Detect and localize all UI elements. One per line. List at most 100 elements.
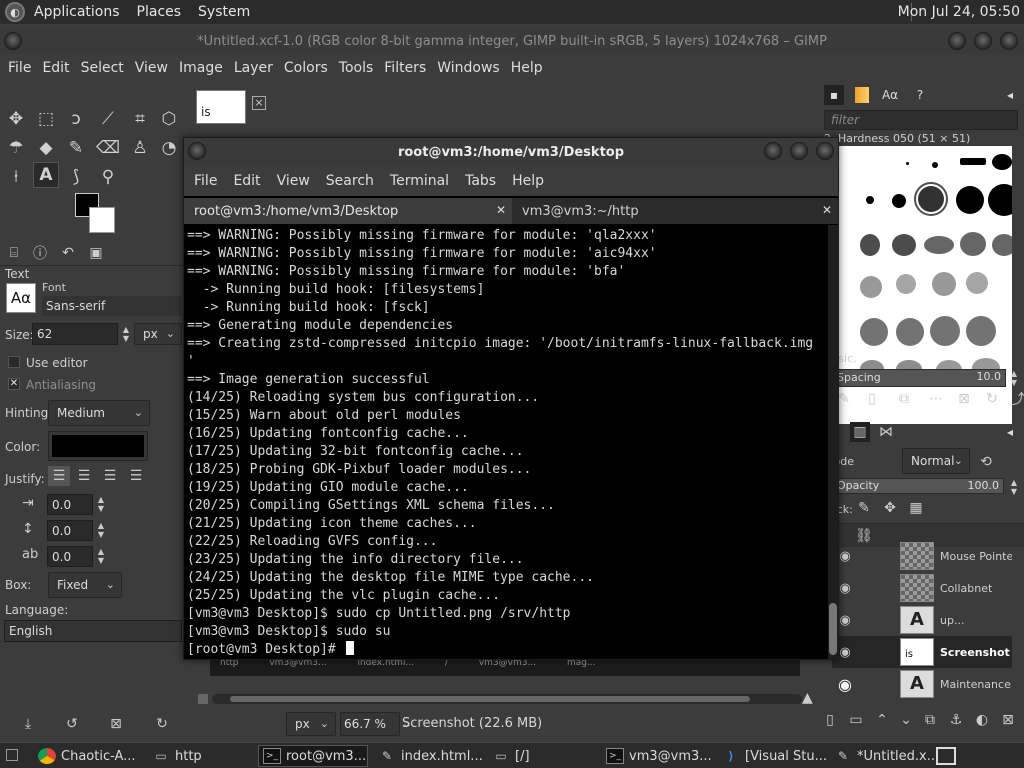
fonts-tab-icon[interactable]: Aα [880, 85, 900, 105]
undo-history-tab-icon[interactable]: ↶ [56, 242, 80, 264]
terminal-menu-search[interactable]: Search [326, 173, 374, 189]
terminal-minimize-button[interactable] [764, 142, 782, 160]
box-select[interactable]: Fixed ⌄ [48, 572, 122, 598]
brush-filter-input[interactable]: filter [824, 110, 1018, 130]
terminal-scrollbar[interactable] [828, 225, 838, 659]
background-color-swatch[interactable] [89, 207, 115, 233]
zoom-tool-icon[interactable]: ⚲ [95, 164, 121, 190]
layer-row[interactable]: ◉ A up... [832, 604, 1012, 636]
terminal-prompt-line[interactable]: [root@vm3 Desktop]# [187, 641, 826, 659]
opacity-slider[interactable]: Opacity 100.0 [832, 478, 1004, 494]
terminal-title-bar[interactable]: root@vm3:/home/vm3/Desktop [184, 138, 838, 166]
color-picker-tool-icon[interactable]: ⟆ [63, 164, 89, 190]
horizontal-scrollbar[interactable] [212, 694, 802, 704]
close-icon[interactable]: ✕ [822, 203, 832, 217]
terminal-menu-edit[interactable]: Edit [233, 173, 260, 189]
taskbar-item-terminal[interactable]: >_ root@vm3... [258, 745, 368, 767]
letter-spacing-spin-icon[interactable]: ▲ ▼ [95, 547, 107, 565]
refresh-brushes-icon[interactable]: ↻ [982, 389, 1002, 409]
close-icon[interactable]: × [252, 96, 266, 110]
justify-left-icon[interactable]: ☰ [48, 466, 70, 486]
paintbrush-tool-icon[interactable]: ✎ [63, 135, 89, 161]
text-color-button[interactable] [48, 431, 148, 461]
places-menu[interactable]: Places [137, 4, 182, 20]
device-status-tab-icon[interactable]: ⓘ [28, 242, 52, 264]
terminal-menu-terminal[interactable]: Terminal [390, 173, 449, 189]
terminal-tab-active[interactable]: root@vm3:/home/vm3/Desktop ✕ [184, 198, 512, 224]
maximize-button[interactable] [974, 32, 992, 50]
delete-layer-icon[interactable]: ⊠ [998, 710, 1018, 730]
letter-spacing-input[interactable]: 0.0 [47, 546, 93, 567]
tool-options-tab-icon[interactable]: ⌸ [2, 242, 26, 264]
help-tab-icon[interactable]: ? [910, 85, 930, 105]
layer-mode-select[interactable]: Normal ⌄ [902, 448, 970, 474]
unit-select[interactable]: px ⌄ [286, 712, 336, 736]
menu-help[interactable]: Help [511, 60, 543, 76]
terminal-menu-help[interactable]: Help [512, 173, 544, 189]
clock[interactable]: Mon Jul 24, 05:50 [898, 4, 1020, 20]
move-tool-icon[interactable]: ✥ [3, 106, 29, 132]
paths-tool-icon[interactable]: ⍿ [3, 164, 29, 190]
hinting-select[interactable]: Medium ⌄ [48, 400, 150, 426]
menu-windows[interactable]: Windows [437, 60, 500, 76]
duplicate-brush-icon[interactable]: ⧉ [894, 389, 914, 409]
antialiasing-checkbox[interactable]: ✕ [8, 378, 20, 390]
indent-spin-icon[interactable]: ▲ ▼ [95, 495, 107, 513]
terminal-window-menu-button[interactable] [188, 142, 206, 160]
justify-fill-icon[interactable]: ☰ [125, 466, 147, 486]
opacity-spin-icon[interactable]: ▲ ▼ [1008, 478, 1020, 496]
line-spacing-spin-icon[interactable]: ▲ ▼ [95, 521, 107, 539]
taskbar-item-gimp[interactable]: ✎ *Untitled.x... [830, 745, 950, 767]
show-desktop-icon[interactable] [6, 749, 18, 761]
taskbar-item-terminal-2[interactable]: >_ vm3@vm3... [602, 745, 716, 767]
indent-input[interactable]: 0.0 [47, 494, 93, 515]
taskbar-item-root-folder[interactable]: ▭ [/] [488, 745, 598, 767]
workspace-switcher-icon[interactable] [936, 747, 956, 765]
reset-tool-options-icon[interactable]: ↻ [152, 714, 172, 734]
dock-menu-icon[interactable]: ◂ [1000, 85, 1020, 105]
terminal-maximize-button[interactable] [790, 142, 808, 160]
layer-mode-switch-icon[interactable]: ⟲ [976, 452, 996, 472]
taskbar-item-chromium[interactable]: Chaotic-A... [34, 745, 146, 767]
duplicate-layer-icon[interactable]: ⧉ [920, 710, 940, 730]
close-icon[interactable]: ✕ [496, 203, 506, 217]
save-tool-options-icon[interactable]: ⤓ [18, 714, 38, 734]
lock-alpha-icon[interactable]: ▦ [906, 498, 926, 518]
font-preview[interactable]: Aα [6, 283, 36, 313]
terminal-output[interactable]: ==> WARNING: Possibly missing firmware f… [184, 225, 826, 659]
new-layer-icon[interactable]: ▯ [820, 710, 840, 730]
terminal-menu-view[interactable]: View [277, 173, 310, 189]
text-tool-icon[interactable]: A [33, 162, 59, 188]
restore-tool-options-icon[interactable]: ↺ [62, 714, 82, 734]
smudge-tool-icon[interactable]: ◔ [156, 135, 182, 161]
justify-right-icon[interactable]: ☰ [73, 466, 95, 486]
eraser-tool-icon[interactable]: ⌫ [95, 135, 121, 161]
crop-tool-icon[interactable]: ⌗ [127, 106, 153, 132]
menu-edit[interactable]: Edit [42, 60, 69, 76]
brushes-tab-icon[interactable]: ▪ [824, 85, 844, 105]
clone-tool-icon[interactable]: ♙ [127, 135, 153, 161]
eye-icon[interactable]: ◉ [832, 675, 858, 694]
font-field[interactable]: Sans-serif [42, 296, 182, 316]
fuzzy-select-tool-icon[interactable]: ⟋ [95, 106, 121, 132]
new-brush-icon[interactable]: ▯ [862, 389, 882, 409]
line-spacing-input[interactable]: 0.0 [47, 520, 93, 541]
menu-tools[interactable]: Tools [339, 60, 374, 76]
raise-layer-icon[interactable]: ⌃ [872, 710, 892, 730]
applications-menu[interactable]: Applications [34, 4, 120, 20]
size-unit-select[interactable]: px ⌄ [134, 323, 182, 345]
use-editor-checkbox[interactable] [8, 356, 20, 368]
close-button[interactable] [1000, 32, 1018, 50]
new-layer-group-icon[interactable]: ▭ [846, 710, 866, 730]
paths-tab-icon[interactable]: ⋈ [876, 422, 896, 442]
terminal-menu-tabs[interactable]: Tabs [465, 173, 496, 189]
bucket-fill-tool-icon[interactable]: ◆ [33, 135, 59, 161]
menu-filters[interactable]: Filters [384, 60, 426, 76]
navigate-icon[interactable] [198, 694, 208, 704]
window-menu-button[interactable] [4, 32, 22, 50]
menu-image[interactable]: Image [179, 60, 223, 76]
distro-logo-icon[interactable]: ◐ [5, 2, 25, 22]
image-tab-thumbnail[interactable]: is [196, 90, 246, 124]
layer-row[interactable]: ◉ Collabnet [832, 572, 1012, 604]
justify-center-icon[interactable]: ☰ [99, 466, 121, 486]
